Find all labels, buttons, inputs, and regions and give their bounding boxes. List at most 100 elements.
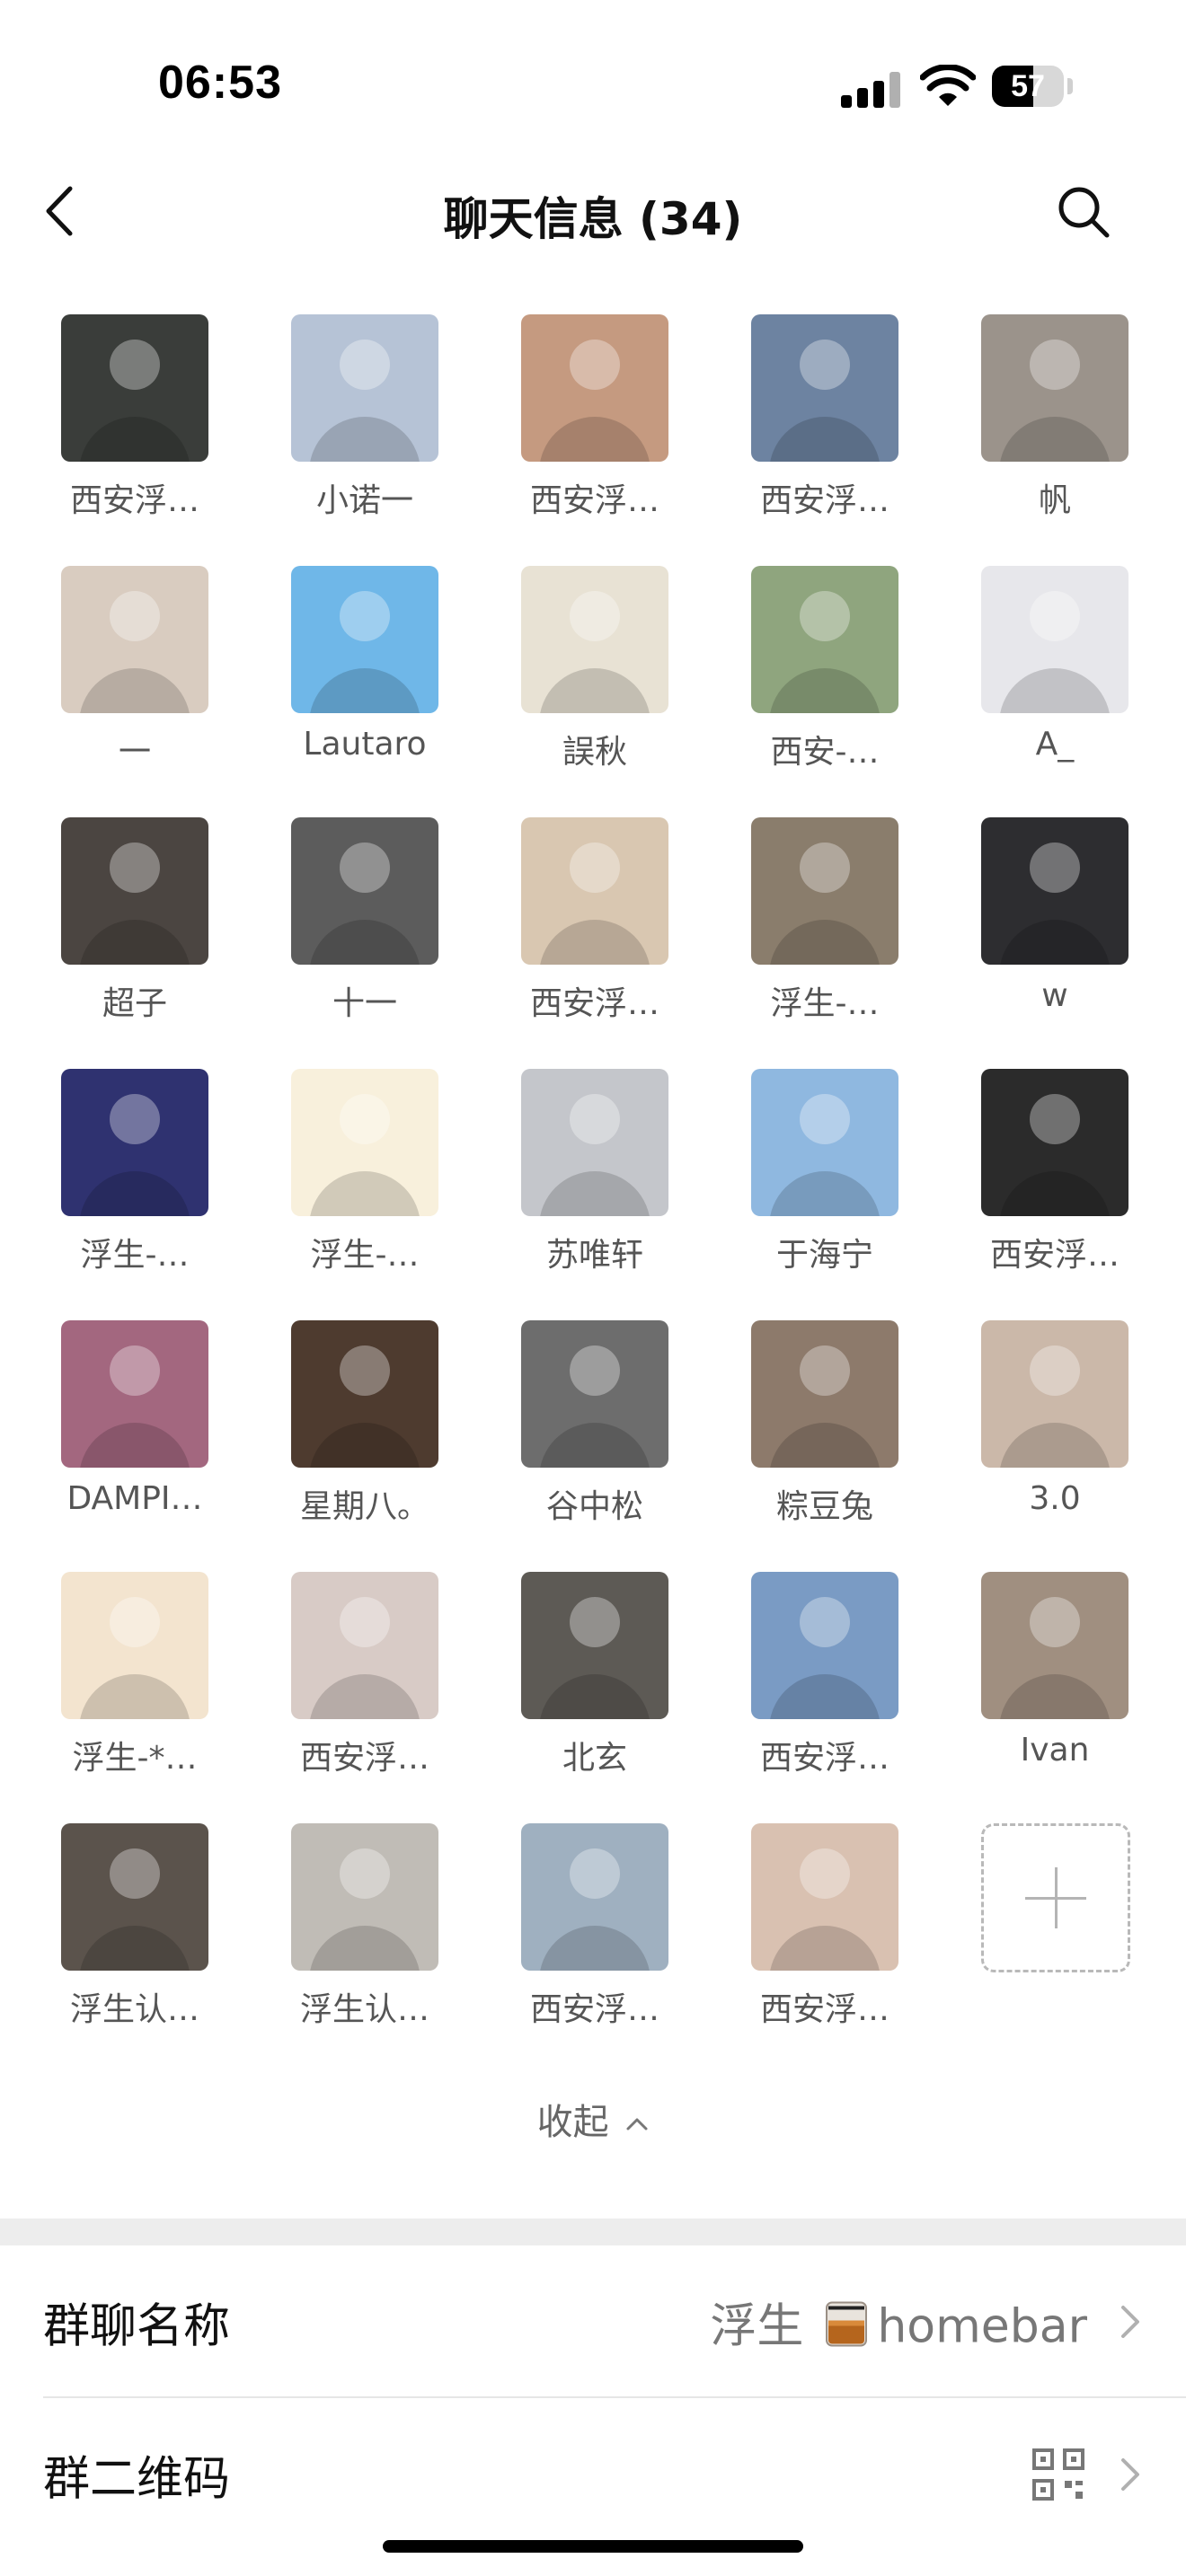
member-item[interactable]: 西安浮…: [703, 314, 918, 530]
member-avatar: [291, 566, 438, 713]
member-avatar: [61, 1572, 208, 1719]
cellular-signal-icon: [841, 70, 900, 108]
member-name: 浮生-…: [770, 985, 880, 1022]
member-name: 十一: [332, 985, 397, 1022]
member-avatar: [751, 566, 898, 713]
collapse-button[interactable]: 收起: [0, 2093, 1186, 2145]
member-name: 苏唯轩: [545, 1237, 643, 1274]
member-name: 粽豆兔: [775, 1488, 873, 1525]
member-avatar: [751, 1823, 898, 1971]
member-name: Ivan: [1020, 1732, 1090, 1769]
member-item[interactable]: 西安浮…: [703, 1572, 918, 1787]
member-avatar: [61, 1320, 208, 1468]
battery-level: 57: [1011, 69, 1045, 103]
group-qr-row[interactable]: 群二维码: [0, 2398, 1186, 2551]
member-name: 西安浮…: [299, 1740, 429, 1777]
member-name: 浮生认…: [69, 1991, 199, 2028]
member-name: 于海宁: [775, 1237, 873, 1274]
member-item[interactable]: 西安浮…: [473, 1823, 688, 2039]
member-item[interactable]: 浮生-…: [703, 817, 918, 1033]
member-item[interactable]: 西安浮…: [703, 1823, 918, 2039]
member-item[interactable]: 于海宁: [703, 1069, 918, 1284]
member-name: 浮生-*…: [72, 1740, 198, 1777]
member-item[interactable]: 3.0: [933, 1320, 1148, 1536]
member-avatar: [291, 1572, 438, 1719]
member-avatar: [61, 1823, 208, 1971]
member-item[interactable]: 星期八。: [243, 1320, 458, 1536]
group-name-label: 群聊名称: [43, 2299, 231, 2354]
member-avatar: [521, 1069, 668, 1216]
member-name: 超子: [102, 985, 167, 1022]
member-item[interactable]: 谷中松: [473, 1320, 688, 1536]
member-item[interactable]: 浮生-…: [13, 1069, 228, 1284]
member-name: 西安浮…: [989, 1237, 1120, 1274]
member-avatar: [291, 817, 438, 965]
member-item[interactable]: 西安浮…: [473, 314, 688, 530]
member-item[interactable]: 西安浮…: [13, 314, 228, 530]
member-avatar: [521, 566, 668, 713]
member-avatar: [981, 566, 1128, 713]
member-item[interactable]: 浮生认…: [13, 1823, 228, 2039]
member-name: 西安浮…: [759, 1991, 890, 2028]
plus-icon: [981, 1823, 1130, 1972]
member-avatar: [291, 314, 438, 462]
section-divider: [0, 2219, 1186, 2245]
group-name-prefix: 浮生: [710, 2299, 804, 2354]
member-item[interactable]: Ivan: [933, 1572, 1148, 1787]
member-item[interactable]: 浮生认…: [243, 1823, 458, 2039]
member-item[interactable]: 西安-…: [703, 566, 918, 781]
member-name: 西安浮…: [529, 482, 659, 519]
member-name: 谷中松: [545, 1488, 643, 1525]
member-item[interactable]: 西安浮…: [473, 817, 688, 1033]
member-item[interactable]: DAMPI…: [13, 1320, 228, 1536]
member-item[interactable]: 一: [13, 566, 228, 781]
member-avatar: [981, 314, 1128, 462]
member-name: 星期八。: [299, 1488, 429, 1525]
member-item[interactable]: 西安浮…: [933, 1069, 1148, 1284]
page-title: 聊天信息 (34): [443, 193, 743, 245]
search-button[interactable]: [1053, 181, 1114, 243]
member-avatar: [61, 817, 208, 965]
member-name: w: [1041, 977, 1068, 1014]
member-name: 一: [118, 734, 151, 771]
qr-code-icon: [1032, 2448, 1084, 2501]
status-time: 06:53: [158, 57, 282, 109]
member-item[interactable]: 浮生-…: [243, 1069, 458, 1284]
member-avatar: [751, 314, 898, 462]
member-item[interactable]: 粽豆兔: [703, 1320, 918, 1536]
group-qr-label: 群二维码: [43, 2452, 231, 2507]
member-item[interactable]: 小诺一: [243, 314, 458, 530]
add-member-button[interactable]: [933, 1823, 1148, 2039]
member-name: 浮生-…: [310, 1237, 420, 1274]
member-avatar: [751, 1572, 898, 1719]
member-avatar: [981, 1572, 1128, 1719]
member-name: 西安浮…: [529, 1991, 659, 2028]
member-name: DAMPI…: [66, 1480, 203, 1517]
member-avatar: [981, 1069, 1128, 1216]
member-name: 浮生认…: [299, 1991, 429, 2028]
member-item[interactable]: 超子: [13, 817, 228, 1033]
chevron-right-icon: [1121, 2458, 1139, 2491]
member-name: Lautaro: [303, 726, 427, 763]
collapse-label: 收起: [536, 2102, 609, 2143]
member-avatar: [521, 817, 668, 965]
member-item[interactable]: 十一: [243, 817, 458, 1033]
member-avatar: [521, 1823, 668, 1971]
member-item[interactable]: 北玄: [473, 1572, 688, 1787]
member-name: 浮生-…: [80, 1237, 190, 1274]
chevron-right-icon: [1121, 2306, 1139, 2338]
member-item[interactable]: A_: [933, 566, 1148, 781]
battery-icon: 57: [992, 66, 1073, 107]
home-indicator: [383, 2540, 803, 2553]
member-item[interactable]: 西安浮…: [243, 1572, 458, 1787]
member-item[interactable]: w: [933, 817, 1148, 1033]
group-name-row[interactable]: 群聊名称 浮生 homebar: [0, 2245, 1186, 2398]
member-item[interactable]: 帆: [933, 314, 1148, 530]
member-item[interactable]: Lautaro: [243, 566, 458, 781]
member-item[interactable]: 苏唯轩: [473, 1069, 688, 1284]
member-name: 西安-…: [770, 734, 880, 771]
member-item[interactable]: 誤秋: [473, 566, 688, 781]
member-avatar: [751, 1069, 898, 1216]
member-item[interactable]: 浮生-*…: [13, 1572, 228, 1787]
member-name: 小诺一: [315, 482, 413, 519]
